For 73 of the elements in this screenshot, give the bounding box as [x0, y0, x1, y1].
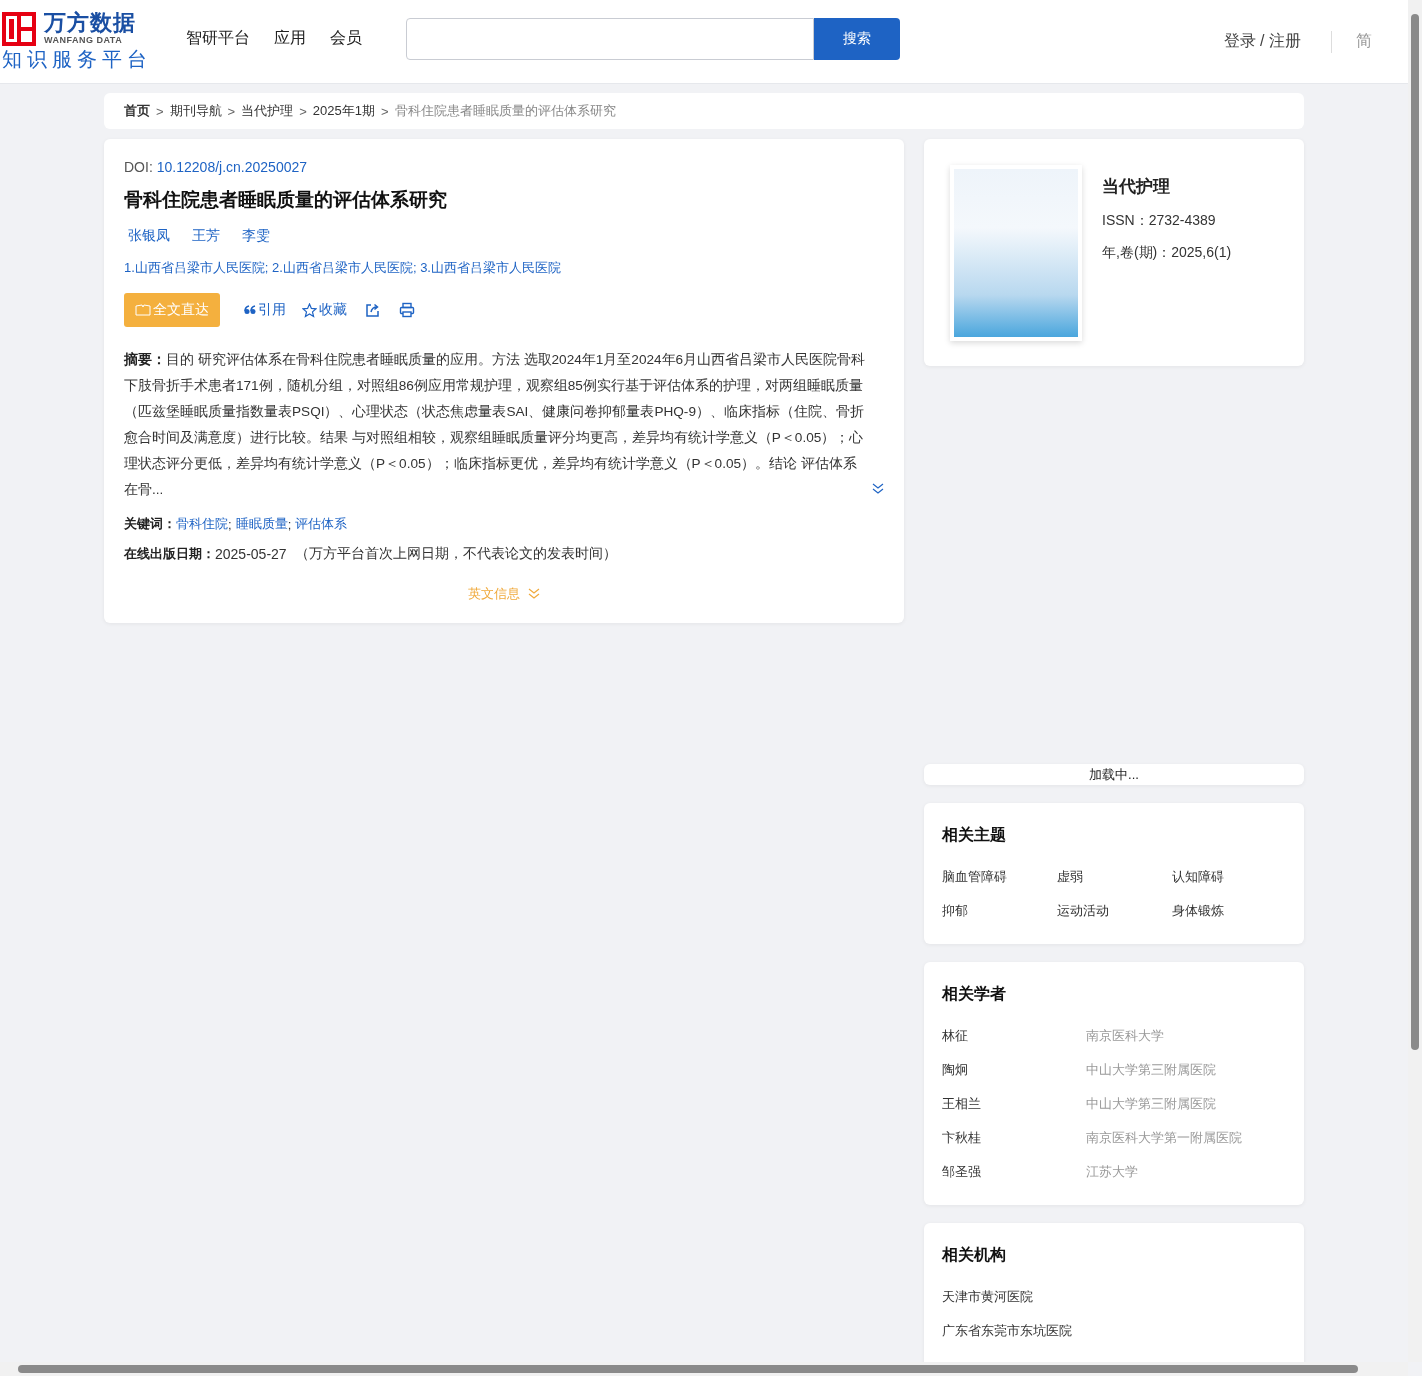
vertical-scrollbar[interactable]	[1408, 0, 1422, 1362]
doi-label: DOI:	[124, 159, 153, 175]
quote-icon	[244, 305, 256, 315]
keyword-link[interactable]: 睡眠质量	[235, 515, 288, 533]
breadcrumb-separator: >	[380, 103, 389, 119]
horizontal-scrollbar[interactable]	[0, 1362, 1408, 1376]
abstract-text: 摘要：目的 研究评估体系在骨科住院患者睡眠质量的应用。方法 选取2024年1月至2024年6月山西省吕梁市人民医院骨科下肢骨折手术患者171例，随机分组，对照组86例应用常规护理，观察组85例实行基于评估体系的护理，对两组睡眠质量（匹兹堡睡眠质量指数量表PSQI）、心理状态（状态焦虑量表SAI、健康问卷抑郁量表PHQ-9）、临床指标（住院、骨折愈合时间及满意度）进行比较。结果 与对照组相较，观察组睡眠质量评分均更高，差异均有统计学意义（P＜0.05）；心理状态评分更低，差异均有统计学意义（P＜0.05）；临床指标更优，差异均有统计学意义（P＜0.05）。结论 评估体系在骨...	[124, 351, 867, 499]
keywords-label: 关键词：	[124, 515, 176, 533]
nav-link[interactable]: 应用	[274, 28, 306, 49]
topic-link[interactable]: 虚弱	[1057, 868, 1172, 886]
scholar-affiliation: 中山大学第三附属医院	[1086, 1061, 1217, 1079]
section-title: 相关学者	[942, 984, 1007, 1004]
topic-link[interactable]: 运动活动	[1057, 902, 1172, 920]
brand-name: 万方数据	[44, 11, 136, 35]
scholar-link[interactable]: 陶炯	[942, 1061, 1086, 1079]
share-icon[interactable]	[365, 302, 381, 318]
star-icon	[302, 302, 317, 318]
scholar-affiliation: 南京医科大学	[1086, 1027, 1165, 1045]
loading-bar: 加载中...	[924, 764, 1304, 785]
scholar-link[interactable]: 邹圣强	[942, 1163, 1086, 1181]
cite-link[interactable]: 引用	[244, 301, 286, 319]
keyword-link[interactable]: 骨科住院	[176, 515, 228, 533]
breadcrumb-separator: >	[227, 103, 236, 119]
keyword-separator: ;	[228, 516, 232, 532]
scholar-affiliation: 中山大学第三附属医院	[1086, 1095, 1217, 1113]
expand-chevron-icon	[872, 483, 884, 495]
brand-subtitle: WANFANG DATA	[44, 35, 124, 46]
login-link[interactable]: 登录 / 注册	[1223, 31, 1301, 52]
breadcrumb-link[interactable]: 期刊导航	[169, 102, 222, 120]
date-note: （万方平台首次上网日期，不代表论文的发表时间）	[294, 545, 617, 563]
field-label: ISSN：	[1102, 212, 1149, 228]
search-field[interactable]	[406, 17, 814, 60]
topic-link[interactable]: 脑血管障碍	[942, 868, 1057, 886]
field-value: 2025,6(1)	[1171, 244, 1232, 260]
section-title: 相关机构	[942, 1245, 1007, 1265]
journal-cover-placeholder[interactable]	[950, 165, 1082, 341]
search-button[interactable]: 搜索	[814, 17, 900, 60]
affiliation-link[interactable]: 1.山西省吕梁市人民医院; 2.山西省吕梁市人民医院; 3.山西省吕梁市人民医院	[124, 259, 884, 277]
scholar-link[interactable]: 卞秋桂	[942, 1129, 1086, 1147]
scholar-affiliation: 江苏大学	[1086, 1163, 1139, 1181]
breadcrumb-link[interactable]: 骨科住院患者睡眠质量的评估体系研究	[394, 102, 616, 120]
journal-name[interactable]: 当代护理	[1102, 175, 1232, 198]
favorite-link[interactable]: 收藏	[302, 301, 347, 319]
institution-link[interactable]: 天津市黄河医院	[942, 1288, 1286, 1306]
institution-link[interactable]: 广东省东莞市东坑医院	[942, 1322, 1286, 1340]
scholar-link[interactable]: 王相兰	[942, 1095, 1086, 1113]
doi-link[interactable]: 10.12208/j.cn.20250027	[156, 159, 308, 175]
brand-tagline: 知识服务平台	[2, 47, 153, 72]
keyword-link[interactable]: 评估体系	[295, 515, 348, 533]
breadcrumb-link[interactable]: 当代护理	[241, 102, 294, 120]
topic-link[interactable]: 认知障碍	[1172, 868, 1287, 886]
author-link[interactable]: 李雯	[242, 227, 270, 245]
breadcrumb-separator: >	[299, 103, 307, 119]
nav-link[interactable]: 会员	[330, 28, 362, 49]
print-icon[interactable]	[399, 302, 415, 318]
nav-link[interactable]: 智研平台	[186, 28, 250, 49]
field-label: 年,卷(期)：	[1102, 244, 1172, 260]
breadcrumb-link[interactable]: 首页	[124, 102, 150, 120]
publish-date: 2025-05-27	[215, 546, 287, 562]
field-value: 2732-4389	[1148, 212, 1216, 228]
topic-link[interactable]: 身体锻炼	[1172, 902, 1287, 920]
topic-link[interactable]: 抑郁	[942, 902, 1057, 920]
breadcrumb-link[interactable]: 2025年1期	[312, 102, 375, 120]
section-title: 相关主题	[942, 825, 1007, 845]
book-icon	[135, 304, 151, 316]
breadcrumb-separator: >	[156, 103, 164, 119]
keyword-separator: ;	[287, 516, 292, 532]
double-chevron-icon	[528, 588, 540, 600]
date-label: 在线出版日期：	[124, 545, 215, 563]
scholar-link[interactable]: 林征	[942, 1027, 1086, 1045]
article-title: 骨科住院患者睡眠质量的评估体系研究	[124, 188, 448, 212]
author-link[interactable]: 张银凤	[128, 227, 170, 245]
author-link[interactable]: 王芳	[192, 227, 220, 245]
